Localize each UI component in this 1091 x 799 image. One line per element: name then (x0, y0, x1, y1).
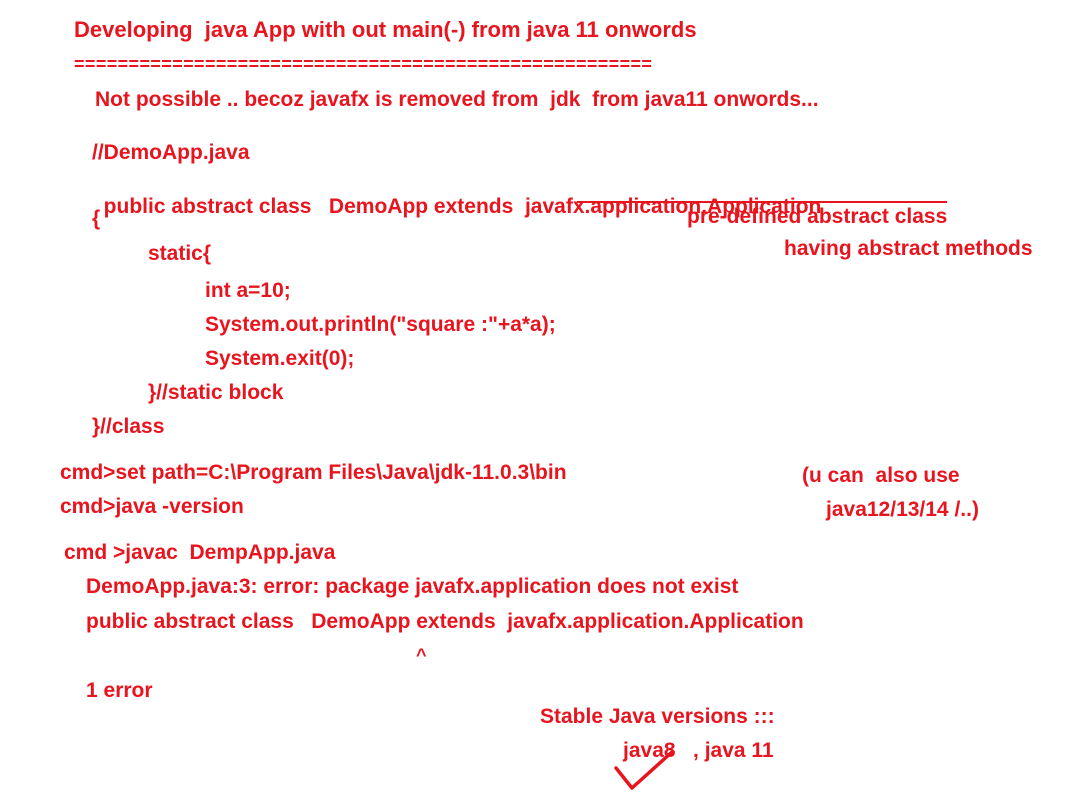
code-print-statement: System.out.println("square :"+a*a); (205, 313, 556, 336)
code-open-brace: { (92, 207, 101, 230)
note-text: Not possible .. becoz javafx is removed … (95, 88, 819, 111)
checkmark-icon (614, 750, 674, 790)
code-int-declaration: int a=10; (205, 279, 291, 302)
cmd-java-version: cmd>java -version (60, 495, 244, 518)
code-comment: //DemoApp.java (92, 141, 250, 164)
superclass-underline (577, 201, 947, 203)
compile-error-message: DemoApp.java:3: error: package javafx.ap… (86, 575, 739, 598)
code-class-close: }//class (92, 415, 165, 438)
code-exit-statement: System.exit(0); (205, 347, 355, 370)
annotation-abstract-class: pre-defined abstract class (687, 205, 948, 228)
side-note-line1: (u can also use (802, 464, 960, 487)
code-static-open: static{ (148, 242, 212, 265)
compile-error-count: 1 error (86, 679, 153, 702)
error-caret: ^ (416, 645, 427, 665)
side-note-line2: java12/13/14 /..) (826, 498, 979, 521)
code-static-close: }//static block (148, 381, 284, 404)
stable-versions-title: Stable Java versions ::: (540, 705, 775, 728)
cmd-set-path: cmd>set path=C:\Program Files\Java\jdk-1… (60, 461, 567, 484)
class-declaration-prefix: public abstract class DemoApp extends (103, 195, 525, 218)
compile-error-source: public abstract class DemoApp extends ja… (86, 610, 804, 633)
annotation-abstract-methods: having abstract methods (784, 237, 1033, 260)
cmd-javac: cmd >javac DempApp.java (64, 541, 336, 564)
page-title: Developing java App with out main(-) fro… (74, 17, 697, 42)
separator-line: ========================================… (74, 54, 653, 74)
